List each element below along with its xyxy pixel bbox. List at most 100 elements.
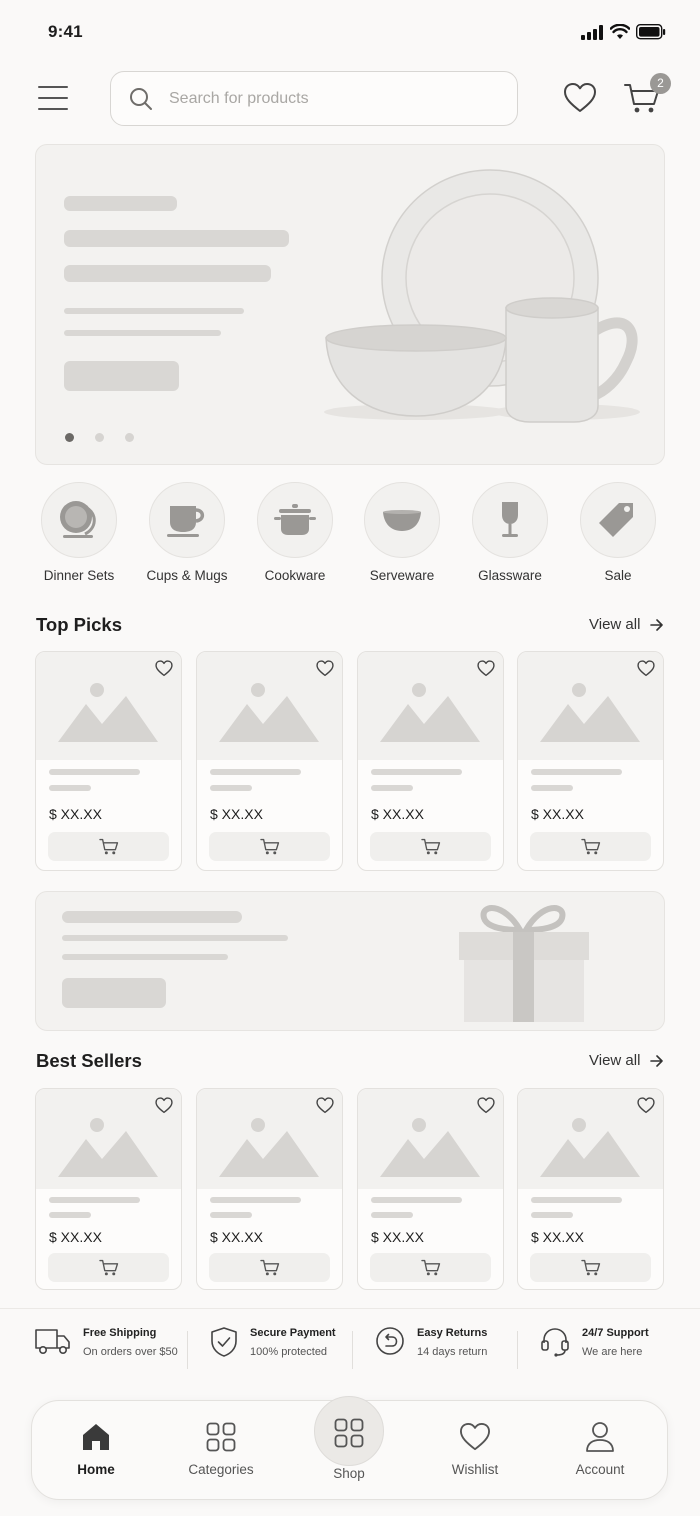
add-to-cart-button[interactable] [530,832,651,861]
add-to-cart-button[interactable] [48,1253,169,1282]
product-price: $ XX.XX [531,1229,584,1245]
feature-title: Secure Payment [250,1327,336,1339]
cart-icon [420,1259,440,1275]
menu-icon[interactable] [38,86,68,112]
product-image-placeholder [358,1089,503,1189]
arrow-right-icon [650,1054,664,1067]
favorite-heart-icon[interactable] [477,660,495,677]
favorite-heart-icon[interactable] [155,660,173,677]
signal-icon [581,25,603,40]
feature-subtitle: On orders over $50 [83,1346,178,1358]
pot-icon [274,504,316,535]
product-title-placeholder [531,1197,622,1203]
hero-banner[interactable] [35,144,665,465]
category-cups-mugs[interactable]: Cups & Mugs [137,482,237,583]
tab-categories[interactable]: Categories [171,1418,271,1477]
top-picks-title: Top Picks [36,614,123,635]
wine-glass-icon [502,502,518,537]
cup-icon [167,506,205,537]
hero-cta-placeholder[interactable] [64,361,179,391]
shop-grid-icon [334,1418,364,1448]
tab-label: Wishlist [451,1462,499,1477]
search-icon [130,88,152,110]
product-subtitle-placeholder [531,785,573,791]
product-subtitle-placeholder [49,785,91,791]
product-card[interactable]: $ XX.XX [196,651,343,871]
add-to-cart-button[interactable] [209,832,330,861]
carousel-dot[interactable] [95,433,104,442]
feature-subtitle: We are here [582,1346,643,1358]
product-subtitle-placeholder [210,1212,252,1218]
tab-shop[interactable]: Shop [299,1414,399,1481]
top-picks-view-all[interactable]: View all [589,616,664,633]
image-placeholder-icon [380,683,480,742]
product-price: $ XX.XX [210,1229,263,1245]
status-bar: 9:41 [0,0,700,64]
search-input[interactable] [169,88,499,110]
tab-account[interactable]: Account [550,1418,650,1477]
carousel-dot-active[interactable] [65,433,74,442]
image-placeholder-icon [58,1118,158,1177]
tag-icon [599,503,633,537]
cart-icon [98,1259,118,1275]
add-to-cart-button[interactable] [530,1253,651,1282]
favorite-heart-icon[interactable] [637,660,655,677]
divider [352,1331,353,1369]
cart-icon [420,838,440,854]
shield-check-icon [211,1327,237,1357]
promo-cta-placeholder[interactable] [62,978,166,1008]
category-glassware[interactable]: Glassware [460,482,560,583]
search-bar[interactable] [110,71,518,126]
wishlist-heart-icon[interactable] [563,82,597,114]
promo-banner[interactable] [35,891,665,1031]
tab-home[interactable]: Home [46,1418,146,1477]
category-serveware[interactable]: Serveware [352,482,452,583]
category-dinner-sets[interactable]: Dinner Sets [29,482,129,583]
bowl-icon [383,510,421,531]
favorite-heart-icon[interactable] [477,1097,495,1114]
product-card[interactable]: $ XX.XX [517,1088,664,1290]
add-to-cart-button[interactable] [370,832,491,861]
product-card[interactable]: $ XX.XX [35,1088,182,1290]
tab-wishlist[interactable]: Wishlist [425,1418,525,1477]
favorite-heart-icon[interactable] [155,1097,173,1114]
best-sellers-view-all[interactable]: View all [589,1052,664,1069]
favorite-heart-icon[interactable] [316,1097,334,1114]
heart-icon [460,1422,490,1451]
feature-secure-payment: Secure Payment 100% protected [210,1326,336,1359]
product-card[interactable]: $ XX.XX [517,651,664,871]
product-card[interactable]: $ XX.XX [35,651,182,871]
favorite-heart-icon[interactable] [637,1097,655,1114]
category-label: Serveware [369,568,435,583]
category-cookware[interactable]: Cookware [245,482,345,583]
carousel-dot[interactable] [125,433,134,442]
status-time: 9:41 [48,22,83,41]
product-subtitle-placeholder [531,1212,573,1218]
cart-icon [259,838,279,854]
product-image-placeholder [358,652,503,760]
product-card[interactable]: $ XX.XX [357,1088,504,1290]
product-card[interactable]: $ XX.XX [196,1088,343,1290]
product-card[interactable]: $ XX.XX [357,651,504,871]
divider [187,1331,188,1369]
hero-placeholder-line [64,230,289,247]
product-title-placeholder [210,1197,301,1203]
product-price: $ XX.XX [49,1229,102,1245]
favorite-heart-icon[interactable] [316,660,334,677]
image-placeholder-icon [219,1118,319,1177]
tab-label: Categories [188,1462,254,1477]
view-all-label: View all [589,616,641,633]
hero-placeholder-line [64,308,244,314]
home-icon [83,1424,109,1450]
add-to-cart-button[interactable] [370,1253,491,1282]
grid-icon [206,1422,236,1452]
add-to-cart-button[interactable] [48,832,169,861]
image-placeholder-icon [380,1118,480,1177]
add-to-cart-button[interactable] [209,1253,330,1282]
feature-subtitle: 100% protected [250,1346,328,1358]
product-image-placeholder [36,652,181,760]
category-sale[interactable]: Sale [568,482,668,583]
product-title-placeholder [531,769,622,775]
category-label: Sale [604,568,632,583]
hero-placeholder-line [64,265,271,282]
